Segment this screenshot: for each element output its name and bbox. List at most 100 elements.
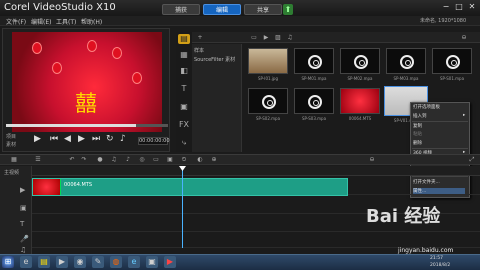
- maximize-button[interactable]: □: [453, 1, 465, 13]
- prev-frame-icon[interactable]: ⏮: [50, 134, 58, 144]
- video-preview[interactable]: 囍: [12, 32, 162, 132]
- menu-separator: [412, 148, 468, 149]
- track-header-panel: [0, 166, 32, 262]
- library-folder-samples[interactable]: 样本: [194, 47, 204, 54]
- media-thumb[interactable]: [386, 48, 426, 74]
- menu-help[interactable]: 帮助(H): [81, 17, 102, 26]
- media-player-icon[interactable]: ▶: [56, 256, 68, 268]
- app-icon[interactable]: ✎: [92, 256, 104, 268]
- tab-edit[interactable]: 编辑: [203, 4, 241, 15]
- timeline-view-icon[interactable]: ☰: [34, 156, 42, 163]
- double-happiness-symbol: 囍: [74, 92, 97, 117]
- import-icon[interactable]: ▭: [250, 34, 258, 41]
- menu-item-delete[interactable]: 删除: [413, 140, 422, 146]
- overlay-track-icon: ▣: [20, 204, 27, 212]
- upload-icon[interactable]: ⬆: [283, 4, 293, 15]
- media-thumb-label: SP-M03.mpa: [393, 76, 419, 81]
- menu-item-insert-to[interactable]: 插入到: [413, 113, 427, 119]
- fit-project-icon[interactable]: ⤢: [468, 156, 476, 163]
- media-icon[interactable]: ▤: [178, 34, 190, 44]
- media-thumb[interactable]: [340, 48, 380, 74]
- add-folder-icon[interactable]: +: [196, 34, 204, 41]
- timecode-display[interactable]: 00:00:00:00: [138, 137, 170, 145]
- track-label: 主视频: [4, 170, 20, 176]
- redo-icon[interactable]: ↷: [80, 156, 88, 163]
- subtitle-editor-icon[interactable]: ▭: [152, 156, 160, 163]
- instant-project-icon[interactable]: ▦: [178, 50, 190, 60]
- voice-track[interactable]: [32, 230, 480, 248]
- ie-icon[interactable]: e: [128, 256, 140, 268]
- video-track-icon: ▶: [20, 186, 26, 194]
- show-image-icon[interactable]: ▨: [274, 34, 282, 41]
- media-thumb-label: SP-S02.mpa: [255, 116, 281, 121]
- transition-icon[interactable]: ◧: [178, 66, 190, 76]
- undo-icon[interactable]: ↶: [68, 156, 76, 163]
- watermark-url: jingyan.baidu.com: [398, 247, 454, 254]
- menu-item-copy[interactable]: 复制: [413, 123, 422, 129]
- scrub-progress: [6, 124, 136, 127]
- media-thumb[interactable]: [294, 48, 334, 74]
- zoom-out-icon[interactable]: ⊖: [368, 156, 376, 163]
- taskbar: [0, 254, 480, 270]
- mask-creator-icon[interactable]: ◐: [196, 156, 204, 163]
- tab-capture[interactable]: 捕获: [162, 4, 200, 15]
- taskbar-time: 21:57: [430, 256, 443, 261]
- media-thumb-label: SP-M02.mpa: [347, 76, 373, 81]
- menu-tools[interactable]: 工具(T): [56, 17, 76, 26]
- motion-track-icon[interactable]: ◎: [138, 156, 146, 163]
- repeat-icon[interactable]: ↻: [106, 134, 114, 144]
- mode-project-label[interactable]: 项目: [6, 133, 16, 140]
- lantern-shape: [87, 40, 97, 52]
- time-remap-icon[interactable]: ⏲: [180, 156, 188, 163]
- media-thumb[interactable]: [294, 88, 334, 114]
- taskbar-date: 2018/8/2: [430, 263, 451, 268]
- mode-clip-label[interactable]: 素材: [6, 141, 16, 148]
- show-video-icon[interactable]: ▶: [262, 34, 270, 41]
- firefox-icon[interactable]: ◍: [110, 256, 122, 268]
- start-button-icon[interactable]: ⊞: [2, 256, 14, 268]
- show-audio-icon[interactable]: ♫: [286, 34, 294, 41]
- path-icon[interactable]: ⤷: [178, 138, 190, 148]
- graphics-icon[interactable]: ▣: [178, 102, 190, 112]
- media-thumb[interactable]: [248, 88, 288, 114]
- zoom-slider-icon[interactable]: ⊖: [460, 34, 468, 41]
- media-thumb-label: SP-M01.mpa: [301, 76, 327, 81]
- qq-icon[interactable]: ◉: [74, 256, 86, 268]
- menu-item-open-options[interactable]: 打开选项面板: [413, 104, 440, 110]
- media-thumb[interactable]: [340, 88, 380, 114]
- media-thumb[interactable]: [432, 48, 472, 74]
- storyboard-view-icon[interactable]: ▦: [10, 156, 18, 163]
- auto-music-icon[interactable]: ♪: [124, 156, 132, 163]
- library-folder-source[interactable]: SourceFilter 素材: [194, 56, 235, 63]
- media-thumb-label: SP-S03.mpa: [301, 116, 327, 121]
- minimize-button[interactable]: −: [440, 1, 452, 13]
- tab-share[interactable]: 共享: [244, 4, 282, 15]
- sound-mixer-icon[interactable]: ♫: [110, 156, 118, 163]
- playhead-line[interactable]: [182, 166, 183, 248]
- audio-disc-icon: [308, 95, 322, 109]
- filter-icon[interactable]: FX: [178, 120, 190, 130]
- clip-thumbnail: [33, 179, 61, 195]
- multi-camera-icon[interactable]: ▣: [166, 156, 174, 163]
- play-icon[interactable]: ▶: [34, 134, 41, 144]
- videostudio-icon[interactable]: ▶: [164, 256, 176, 268]
- explorer-icon[interactable]: ▤: [38, 256, 50, 268]
- app-title: Corel VideoStudio X10: [4, 2, 116, 13]
- record-capture-icon[interactable]: ●: [96, 156, 104, 163]
- folder-icon[interactable]: ▣: [146, 256, 158, 268]
- close-button[interactable]: ✕: [466, 1, 478, 13]
- title-icon[interactable]: T: [178, 84, 190, 94]
- next-frame-icon[interactable]: ⏭: [92, 134, 100, 144]
- timeline-ruler[interactable]: [32, 166, 480, 176]
- menu-edit[interactable]: 编辑(E): [31, 17, 51, 26]
- volume-icon[interactable]: ♪: [120, 134, 126, 144]
- library-toolbar: [192, 32, 480, 43]
- menu-file[interactable]: 文件(F): [6, 17, 26, 26]
- media-thumb[interactable]: [248, 48, 288, 74]
- pan-zoom-icon[interactable]: ⊕: [210, 156, 218, 163]
- browser-icon[interactable]: e: [20, 256, 32, 268]
- menu-item-paste[interactable]: 粘贴: [413, 131, 422, 137]
- step-forward-icon[interactable]: ▶: [78, 134, 85, 144]
- step-back-icon[interactable]: ◀: [64, 134, 71, 144]
- lantern-shape: [112, 47, 122, 59]
